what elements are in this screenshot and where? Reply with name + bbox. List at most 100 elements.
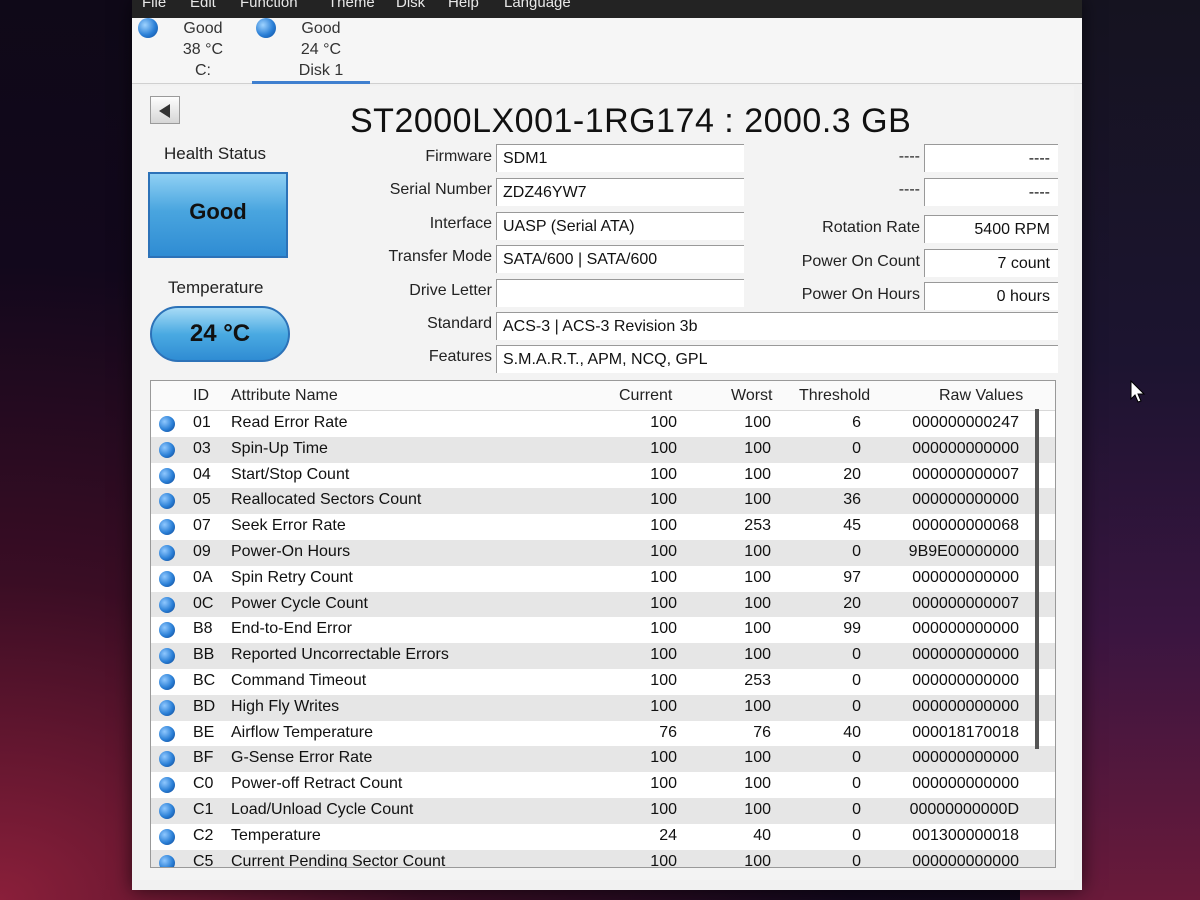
cell-current: 100	[650, 775, 677, 793]
disk-name: C:	[195, 62, 211, 79]
table-row[interactable]: BE Airflow Temperature 76 76 40 000018170018	[151, 721, 1055, 747]
table-row[interactable]: C0 Power-off Retract Count 100 100 0 00000000…	[151, 772, 1055, 798]
table-row[interactable]: C5 Current Pending Sector Count 100 100 0 000…	[151, 849, 1055, 868]
status-dot-icon	[256, 18, 276, 38]
cell-worst: 100	[744, 620, 771, 638]
disk-health: Good	[301, 20, 341, 37]
drive-letter-label: Drive Letter	[409, 282, 492, 299]
cell-current: 100	[650, 542, 677, 560]
disk-info-panel: ST2000LX001-1RG174 : 2000.3 GB Health St…	[140, 86, 1074, 880]
table-row[interactable]: BC Command Timeout 100 253 0 000000000000	[151, 669, 1055, 695]
table-row[interactable]: 01 Read Error Rate 100 100 6 000000000247	[151, 411, 1055, 437]
table-row[interactable]: 05 Reallocated Sectors Count 100 100 36 00000…	[151, 488, 1055, 515]
table-row[interactable]: C1 Load/Unload Cycle Count 100 100 0 00000000…	[151, 797, 1055, 824]
reserved-label-1: ----	[898, 148, 920, 165]
reserved-field-1: ----	[924, 144, 1058, 172]
table-row[interactable]: 04 Start/Stop Count 100 100 20 000000000007	[151, 463, 1055, 489]
cell-worst: 100	[744, 568, 771, 586]
cell-threshold: 0	[852, 646, 861, 664]
transfer-mode-label: Transfer Mode	[388, 248, 492, 265]
status-dot-icon	[159, 570, 175, 587]
temperature-badge[interactable]: 24 °C	[150, 306, 290, 362]
table-scrollbar[interactable]	[1035, 409, 1039, 749]
column-header-id[interactable]: ID	[193, 387, 209, 405]
table-row[interactable]: BB Reported Uncorrectable Errors 100 100 0 00…	[151, 643, 1055, 669]
cell-raw-value: 000000000000	[912, 491, 1019, 509]
cell-raw-value: 000000000068	[912, 517, 1019, 535]
cell-current: 100	[650, 697, 677, 715]
cell-id: C1	[193, 800, 214, 818]
cell-current: 100	[650, 800, 677, 818]
cell-threshold: 99	[843, 620, 861, 638]
cell-id: 0A	[193, 568, 213, 586]
cell-raw-value: 000000000247	[912, 414, 1019, 431]
table-row[interactable]: 0C Power Cycle Count 100 100 20 000000000007	[151, 591, 1055, 618]
column-header-raw-values[interactable]: Raw Values	[939, 387, 1023, 405]
table-row[interactable]: 0A Spin Retry Count 100 100 97 000000000000	[151, 566, 1055, 592]
cell-attribute-name: Read Error Rate	[231, 414, 348, 431]
column-header-attribute-name[interactable]: Attribute Name	[231, 387, 338, 405]
cell-id: C2	[193, 826, 214, 844]
status-dot-icon	[159, 777, 175, 794]
cell-threshold: 36	[843, 491, 861, 509]
menu-language[interactable]: Language	[504, 0, 571, 11]
cell-worst: 100	[744, 439, 771, 457]
status-dot-icon	[159, 854, 175, 867]
table-row[interactable]: C2 Temperature 24 40 0 001300000018	[151, 824, 1055, 850]
disk-tab-c[interactable]: Good 38 °C C:	[134, 18, 252, 84]
cell-worst: 100	[744, 852, 771, 868]
menu-function[interactable]: Function	[240, 0, 298, 11]
cell-attribute-name: Current Pending Sector Count	[231, 852, 446, 868]
cell-attribute-name: Load/Unload Cycle Count	[231, 800, 414, 818]
menu-edit[interactable]: Edit	[190, 0, 216, 11]
serial-number-label: Serial Number	[389, 181, 492, 198]
table-row[interactable]: 09 Power-On Hours 100 100 0 9B9E00000000	[151, 539, 1055, 566]
menu-theme[interactable]: Theme	[328, 0, 375, 11]
standard-label: Standard	[427, 315, 492, 332]
cell-attribute-name: Spin-Up Time	[231, 439, 328, 457]
disk-tab-disk1[interactable]: Good 24 °C Disk 1	[252, 18, 370, 84]
cell-worst: 100	[744, 594, 771, 612]
power-on-count-label: Power On Count	[801, 253, 920, 270]
table-row[interactable]: B8 End-to-End Error 100 100 99 000000000000	[151, 617, 1055, 643]
cell-id: 01	[193, 414, 211, 431]
column-header-threshold[interactable]: Threshold	[799, 387, 870, 405]
table-rows: 01 Read Error Rate 100 100 6 000000000247 03 Sp…	[151, 411, 1055, 868]
cell-attribute-name: Power-off Retract Count	[231, 775, 403, 793]
cell-raw-value: 000000000000	[912, 749, 1019, 767]
status-dot-icon	[159, 416, 175, 432]
health-status-badge[interactable]: Good	[148, 172, 288, 258]
cell-threshold: 20	[843, 594, 861, 612]
status-dot-icon	[159, 467, 175, 484]
cell-worst: 100	[744, 697, 771, 715]
column-header-current[interactable]: Current	[619, 387, 672, 405]
column-header-worst[interactable]: Worst	[731, 387, 772, 405]
interface-field: UASP (Serial ATA)	[496, 212, 744, 240]
table-header: ID Attribute Name Current Worst Threshol…	[151, 381, 1055, 411]
menu-file[interactable]: File	[142, 0, 166, 11]
serial-number-field: ZDZ46YW7	[496, 178, 744, 206]
menu-help[interactable]: Help	[448, 0, 479, 11]
cell-raw-value: 000000000000	[912, 439, 1019, 457]
table-row[interactable]: 03 Spin-Up Time 100 100 0 000000000000	[151, 436, 1055, 463]
cell-id: BC	[193, 671, 216, 689]
cell-attribute-name: End-to-End Error	[231, 620, 352, 638]
cell-raw-value: 000000000000	[912, 646, 1019, 664]
smart-attributes-table: ID Attribute Name Current Worst Threshol…	[150, 380, 1056, 868]
table-row[interactable]: 07 Seek Error Rate 100 253 45 000000000068	[151, 514, 1055, 540]
power-on-count-field: 7 count	[924, 249, 1058, 277]
cell-worst: 76	[753, 723, 771, 741]
cell-current: 100	[650, 517, 677, 535]
cell-raw-value: 000000000000	[912, 568, 1019, 586]
cell-raw-value: 00000000000D	[909, 800, 1019, 818]
reserved-label-2: ----	[898, 181, 920, 198]
table-row[interactable]: BD High Fly Writes 100 100 0 000000000000	[151, 694, 1055, 721]
cell-raw-value: 000000000000	[912, 775, 1019, 793]
cell-threshold: 0	[852, 697, 861, 715]
menu-disk[interactable]: Disk	[396, 0, 425, 11]
back-button[interactable]	[150, 96, 180, 124]
health-status-label: Health Status	[164, 144, 267, 163]
cell-current: 100	[650, 646, 677, 664]
cell-id: 04	[193, 465, 211, 483]
table-row[interactable]: BF G-Sense Error Rate 100 100 0 000000000000	[151, 746, 1055, 773]
